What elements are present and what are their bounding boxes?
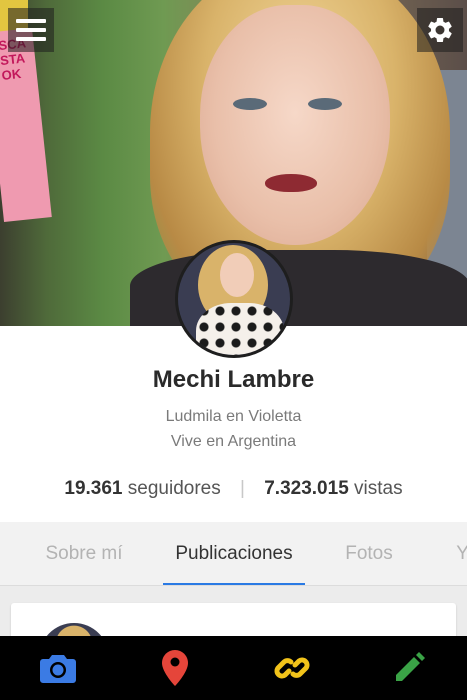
followers-count: 19.361 xyxy=(64,478,123,499)
tab-posts[interactable]: Publicaciones xyxy=(163,522,305,585)
views-label: vistas xyxy=(354,478,403,499)
profile-tagline: Ludmila en Violetta xyxy=(165,408,302,425)
tab-about[interactable]: Sobre mí xyxy=(42,522,126,585)
location-pin-icon xyxy=(162,650,189,686)
cover-eye xyxy=(308,98,342,110)
link-button[interactable] xyxy=(234,636,351,700)
profile-screen: SCA STA OK Mechi Lambre Ludmila en Viole… xyxy=(0,0,467,700)
profile-location: Vive en Argentina xyxy=(170,433,297,450)
views-count: 7.323.015 xyxy=(264,478,349,499)
pencil-icon xyxy=(395,652,425,681)
profile-tabs: Sobre mí Publicaciones Fotos Yo xyxy=(0,522,467,586)
gear-icon xyxy=(428,17,452,42)
hamburger-icon xyxy=(16,14,46,46)
camera-button[interactable] xyxy=(0,636,117,700)
cover-eye xyxy=(233,98,267,110)
menu-button[interactable] xyxy=(8,8,54,52)
stats-divider: | xyxy=(240,478,245,499)
feed-area xyxy=(0,587,467,693)
profile-stats: 19.361 seguidores | 7.323.015 vistas xyxy=(0,478,467,500)
profile-avatar[interactable] xyxy=(175,240,293,358)
edit-button[interactable] xyxy=(350,636,467,700)
cover-lips xyxy=(265,174,317,192)
camera-icon xyxy=(40,655,77,683)
followers-label: seguidores xyxy=(127,478,221,499)
cover-face xyxy=(200,5,390,245)
tab-youtube[interactable]: Yo xyxy=(437,522,467,585)
bottom-action-bar xyxy=(0,636,467,700)
location-button[interactable] xyxy=(117,636,234,700)
link-icon xyxy=(274,657,310,679)
settings-button[interactable] xyxy=(417,8,463,52)
profile-name: Mechi Lambre xyxy=(152,366,315,393)
tab-photos[interactable]: Fotos xyxy=(338,522,400,585)
